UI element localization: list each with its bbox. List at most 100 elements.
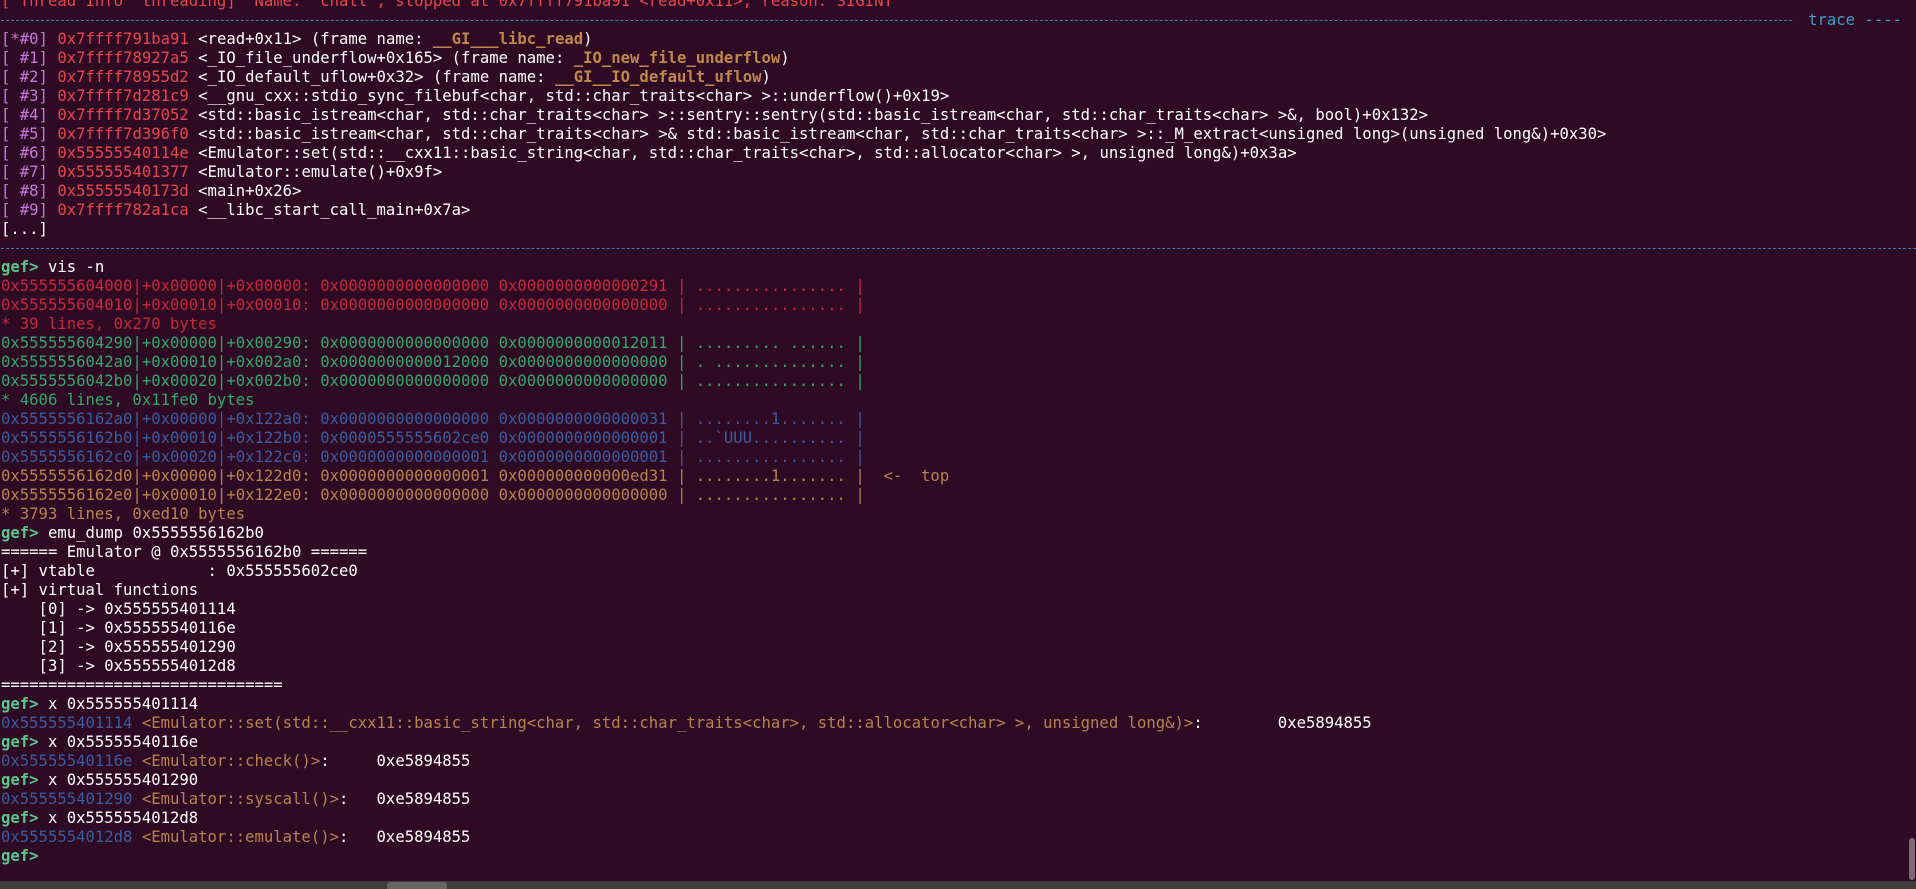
gef-prompt: gef> — [1, 771, 48, 789]
emu-dump-line: [1] -> 0x55555540116e — [1, 619, 236, 637]
frame-symbol: <std::basic_istream<char, std::char_trai… — [198, 106, 1429, 124]
command-line: gef> vis -n — [1, 258, 1916, 277]
frame-symbol: <_IO_default_uflow+0x32> — [198, 68, 424, 86]
frame-index: [ #8] — [1, 182, 48, 200]
command-text: emu_dump 0x5555556162b0 — [47, 524, 264, 542]
taskbar-tab[interactable] — [387, 882, 447, 889]
trace-label: trace ---- — [1792, 11, 1902, 29]
gef-prompt: gef> — [1, 258, 48, 276]
emu-dump-output: ====== Emulator @ 0x5555556162b0 ======[… — [1, 543, 1916, 695]
emu-dump-line: [+] vtable : 0x555555602ce0 — [1, 562, 358, 580]
heap-line: * 4606 lines, 0x11fe0 bytes — [1, 391, 255, 409]
terminal-scrollbar[interactable] — [1906, 0, 1916, 889]
frame-name: __GI__IO_default_uflow — [554, 68, 762, 86]
heap-line: 0x555555604010|+0x00010|+0x00010: 0x0000… — [1, 296, 865, 314]
frame-index: [ #1] — [1, 49, 48, 67]
frame-address: 0x7ffff7d396f0 — [57, 125, 189, 143]
frame-address: 0x555555401377 — [57, 163, 189, 181]
examine-value: : 0xe5894855 — [338, 828, 471, 846]
backtrace-frame: [ #3] 0x7ffff7d281c9 <__gnu_cxx::stdio_s… — [1, 87, 1916, 106]
frame-name-suffix: ) — [761, 68, 771, 86]
examine-value: : 0xe5894855 — [338, 790, 471, 808]
examine-value: : 0xe5894855 — [320, 752, 471, 770]
command-line: gef> x 0x5555554012d8 — [1, 809, 1916, 828]
gef-prompt: gef> — [1, 695, 48, 713]
heap-line: * 3793 lines, 0xed10 bytes — [1, 505, 246, 523]
emu-dump-line: ============================== — [1, 676, 283, 694]
frame-name: _IO_new_file_underflow — [573, 49, 781, 67]
frame-symbol: <Emulator::set(std::__cxx11::basic_strin… — [198, 144, 1297, 162]
examine-output: 0x5555554012d8 <Emulator::emulate()>: 0x… — [1, 828, 1916, 847]
backtrace-frame: [ #5] 0x7ffff7d396f0 <std::basic_istream… — [1, 125, 1916, 144]
frame-address: 0x7ffff7d281c9 — [57, 87, 189, 105]
heap-line: 0x5555556162a0|+0x00000|+0x122a0: 0x0000… — [1, 410, 865, 428]
taskbar-strip — [0, 881, 1916, 889]
emu-dump-line: [+] virtual functions — [1, 581, 199, 599]
command-line: gef> emu_dump 0x5555556162b0 — [1, 524, 1916, 543]
examine-address: 0x5555554012d8 — [1, 828, 133, 846]
backtrace-list: [*#0] 0x7ffff791ba91 <read+0x11> (frame … — [1, 30, 1916, 220]
frame-address: 0x55555540173d — [57, 182, 189, 200]
frame-address: 0x55555540114e — [57, 144, 189, 162]
frame-index: [*#0] — [1, 30, 48, 48]
frame-index: [ #9] — [1, 201, 48, 219]
examine-symbol: <Emulator::emulate()> — [141, 828, 339, 846]
emu-dump-line: [2] -> 0x555555401290 — [1, 638, 236, 656]
trace-more: [...] — [1, 220, 48, 238]
examine-symbol: <Emulator::set(std::__cxx11::basic_strin… — [141, 714, 1194, 732]
frame-name-suffix: ) — [583, 30, 593, 48]
examine-address: 0x55555540116e — [1, 752, 133, 770]
heap-line: 0x555555604000|+0x00000|+0x00000: 0x0000… — [1, 277, 865, 295]
examine-output: 0x55555540116e <Emulator::check()>: 0xe5… — [1, 752, 1916, 771]
examine-address: 0x555555401114 — [1, 714, 133, 732]
frame-address: 0x7ffff7d37052 — [57, 106, 189, 124]
command-line: gef> x 0x555555401114 — [1, 695, 1916, 714]
frame-symbol: <__gnu_cxx::stdio_sync_filebuf<char, std… — [198, 87, 950, 105]
examine-value: : 0xe5894855 — [1193, 714, 1372, 732]
frame-symbol: <main+0x26> — [198, 182, 302, 200]
backtrace-frame: [ #6] 0x55555540114e <Emulator::set(std:… — [1, 144, 1916, 163]
frame-symbol: <__libc_start_call_main+0x7a> — [198, 201, 471, 219]
command-text: x 0x555555401290 — [47, 771, 199, 789]
thread-status-line: [ Thread Info threading] Name: "chall", … — [1, 0, 893, 10]
trace-separator: trace ---- — [1, 11, 1916, 30]
section-separator — [1, 239, 1916, 258]
backtrace-frame: [ #4] 0x7ffff7d37052 <std::basic_istream… — [1, 106, 1916, 125]
backtrace-frame: [ #8] 0x55555540173d <main+0x26> — [1, 182, 1916, 201]
heap-line: 0x5555556162c0|+0x00020|+0x122c0: 0x0000… — [1, 448, 865, 466]
frame-address: 0x7ffff78955d2 — [57, 68, 189, 86]
examine-output: 0x555555401290 <Emulator::syscall()>: 0x… — [1, 790, 1916, 809]
examine-address: 0x555555401290 — [1, 790, 133, 808]
frame-address: 0x7ffff791ba91 — [57, 30, 189, 48]
heap-line: 0x5555556162e0|+0x00010|+0x122e0: 0x0000… — [1, 486, 865, 504]
emu-dump-line: [3] -> 0x5555554012d8 — [1, 657, 236, 675]
frame-address: 0x7ffff78927a5 — [57, 49, 189, 67]
backtrace-frame: [ #7] 0x555555401377 <Emulator::emulate(… — [1, 163, 1916, 182]
command-line: gef> x 0x55555540116e — [1, 733, 1916, 752]
frame-symbol: <std::basic_istream<char, std::char_trai… — [198, 125, 1607, 143]
gef-prompt: gef> — [1, 733, 48, 751]
backtrace-frame: [*#0] 0x7ffff791ba91 <read+0x11> (frame … — [1, 30, 1916, 49]
heap-visualization: 0x555555604000|+0x00000|+0x00000: 0x0000… — [1, 277, 1916, 524]
command-line: gef> x 0x555555401290 — [1, 771, 1916, 790]
frame-index: [ #6] — [1, 144, 48, 162]
backtrace-frame: [ #1] 0x7ffff78927a5 <_IO_file_underflow… — [1, 49, 1916, 68]
heap-line: 0x5555556042a0|+0x00010|+0x002a0: 0x0000… — [1, 353, 865, 371]
frame-name-prefix: (frame name: — [423, 68, 555, 86]
command-text: x 0x55555540116e — [47, 733, 199, 751]
frame-index: [ #4] — [1, 106, 48, 124]
frame-name-prefix: (frame name: — [301, 30, 433, 48]
frame-symbol: <read+0x11> — [198, 30, 302, 48]
active-prompt-line[interactable]: gef> — [1, 847, 1916, 866]
heap-line: 0x5555556162d0|+0x00000|+0x122d0: 0x0000… — [1, 467, 950, 485]
examine-symbol: <Emulator::check()> — [141, 752, 321, 770]
scrollbar-thumb[interactable] — [1909, 838, 1915, 880]
frame-index: [ #2] — [1, 68, 48, 86]
heap-line: 0x555555604290|+0x00000|+0x00290: 0x0000… — [1, 334, 865, 352]
backtrace-frame: [ #9] 0x7ffff782a1ca <__libc_start_call_… — [1, 201, 1916, 220]
gef-prompt: gef> — [1, 847, 48, 865]
examine-symbol: <Emulator::syscall()> — [141, 790, 339, 808]
emu-dump-line: [0] -> 0x555555401114 — [1, 600, 236, 618]
command-text: x 0x555555401114 — [47, 695, 199, 713]
terminal-output: [ Thread Info threading] Name: "chall", … — [1, 0, 1916, 866]
